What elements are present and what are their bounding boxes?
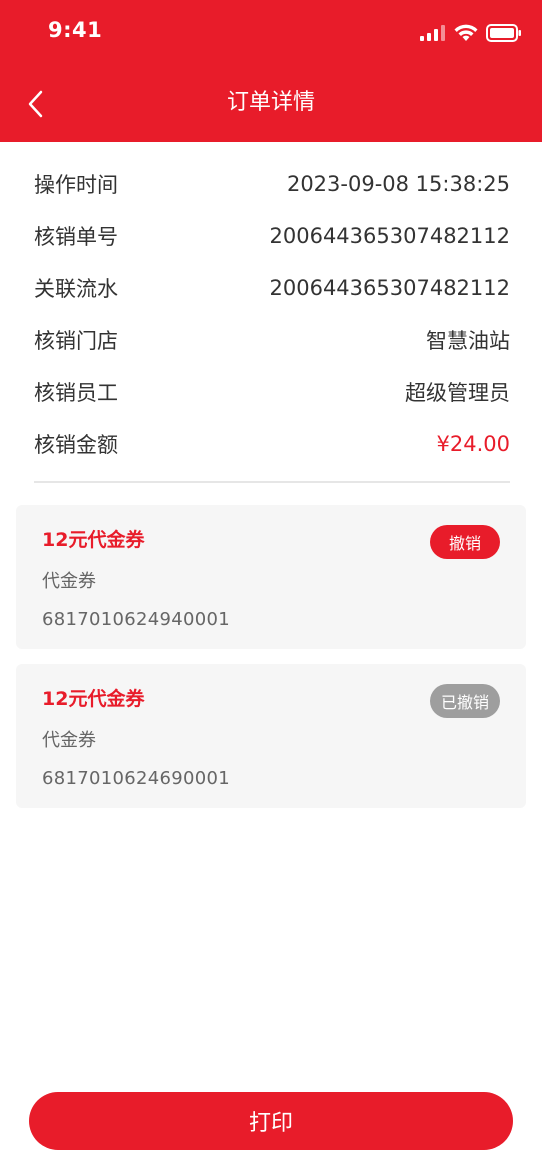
coupon-card: 12元代金券 代金券 6817010624940001 撤销 bbox=[16, 505, 526, 649]
header-bar: 9:41 订单详情 bbox=[0, 0, 542, 142]
status-time: 9:41 bbox=[48, 18, 103, 42]
detail-value: 智慧油站 bbox=[426, 329, 510, 353]
status-icons bbox=[420, 22, 522, 44]
detail-value: 超级管理员 bbox=[405, 381, 510, 405]
detail-row-verification-no: 核销单号 200644365307482112 bbox=[34, 210, 510, 262]
detail-label: 操作时间 bbox=[34, 173, 118, 197]
detail-row-staff: 核销员工 超级管理员 bbox=[34, 366, 510, 418]
wifi-icon bbox=[454, 24, 478, 41]
revoked-badge: 已撤销 bbox=[430, 684, 500, 718]
revoke-button[interactable]: 撤销 bbox=[430, 525, 500, 559]
coupon-code: 6817010624940001 bbox=[42, 609, 231, 630]
detail-label: 核销员工 bbox=[34, 381, 118, 405]
order-details: 操作时间 2023-09-08 15:38:25 核销单号 2006443653… bbox=[34, 158, 510, 470]
detail-label: 关联流水 bbox=[34, 277, 118, 301]
detail-label: 核销单号 bbox=[34, 225, 118, 249]
coupon-card: 12元代金券 代金券 6817010624690001 已撤销 bbox=[16, 664, 526, 808]
detail-row-amount: 核销金额 ¥24.00 bbox=[34, 418, 510, 470]
detail-label: 核销门店 bbox=[34, 329, 118, 353]
coupon-name: 12元代金券 bbox=[42, 688, 145, 710]
detail-value: 200644365307482112 bbox=[269, 224, 511, 248]
battery-icon bbox=[486, 24, 521, 42]
detail-label: 核销金额 bbox=[34, 433, 118, 457]
amount-value: ¥24.00 bbox=[436, 432, 510, 456]
detail-value: 2023-09-08 15:38:25 bbox=[286, 172, 510, 196]
detail-row-store: 核销门店 智慧油站 bbox=[34, 314, 510, 366]
print-button[interactable]: 打印 bbox=[29, 1092, 513, 1150]
detail-row-operation-time: 操作时间 2023-09-08 15:38:25 bbox=[34, 158, 510, 210]
coupon-code: 6817010624690001 bbox=[42, 768, 231, 789]
coupon-type: 代金券 bbox=[42, 730, 96, 751]
divider bbox=[34, 481, 510, 483]
coupon-name: 12元代金券 bbox=[42, 529, 145, 551]
page-title: 订单详情 bbox=[226, 90, 315, 115]
detail-row-linked-serial: 关联流水 200644365307482112 bbox=[34, 262, 510, 314]
coupon-type: 代金券 bbox=[42, 571, 96, 592]
signal-icon bbox=[420, 25, 445, 41]
detail-value: 200644365307482112 bbox=[269, 276, 511, 300]
